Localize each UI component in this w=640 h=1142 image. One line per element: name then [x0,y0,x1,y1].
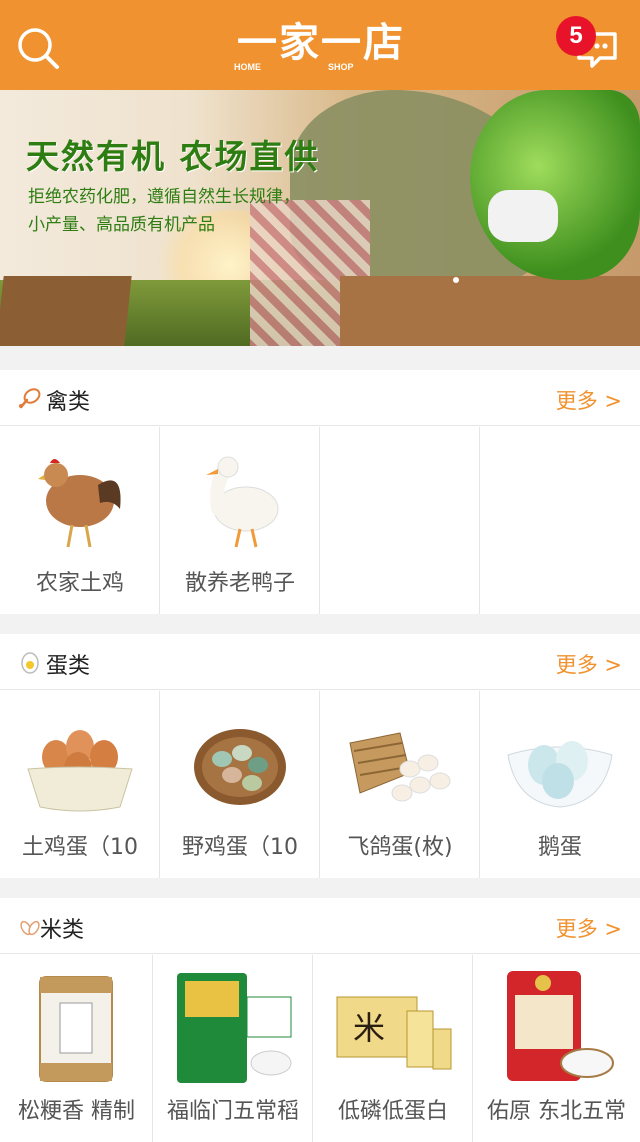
banner-title: 天然有机 农场直供 [26,137,320,176]
banner-glove [488,190,558,242]
pigeon-eggs-image [349,732,451,802]
top-header: 一家一店 HOME SHOP 5 [0,0,640,90]
rice-bag-image [177,973,292,1083]
product-card[interactable]: 福临门五常稻 [153,955,313,1142]
product-grid: 土鸡蛋（10 野鸡蛋（10 飞鸽蛋(枚) 鹅蛋 [0,691,640,878]
chicken-image [38,459,121,548]
banner-subtitle-1: 拒绝农药化肥，遵循自然生长规律， [28,187,300,207]
product-name: 福临门五常稻 [166,1099,299,1124]
product-card[interactable]: 鹅蛋 [480,691,640,878]
promo-banner[interactable]: 天然有机 农场直供 拒绝农药化肥，遵循自然生长规律， 小产量、高品质有机产品 [0,90,640,346]
section-title: 米类 [40,918,85,943]
product-name: 野鸡蛋（10 [182,835,298,860]
product-card[interactable]: 土鸡蛋（10 [0,691,160,878]
product-card[interactable]: 散养老鸭子 [160,427,320,614]
rice-bag-image [507,971,614,1081]
logo-sub-left: HOME [234,62,261,72]
empty-card [320,427,480,614]
product-grid: 松粳香 精制 福临门五常稻 米 低磷低蛋白 佑原 东北五常 [0,955,640,1142]
product-card[interactable]: 松粳香 精制 [0,955,153,1142]
section-header: 禽类 更多 > [0,370,640,426]
product-card[interactable]: 飞鸽蛋(枚) [320,691,480,878]
more-link[interactable]: 更多 > [556,913,622,943]
section-header: 蛋类 更多 > [0,634,640,690]
rice-icon [20,920,40,936]
product-name: 散养老鸭子 [184,571,295,596]
product-name: 松粳香 精制 [18,1099,135,1124]
section-title: 蛋类 [46,654,91,679]
more-link[interactable]: 更多 > [556,649,622,679]
product-name: 佑原 东北五常 [487,1099,626,1124]
banner-subtitle-2: 小产量、高品质有机产品 [28,215,215,235]
rice-bag-image [39,976,113,1082]
more-link[interactable]: 更多 > [556,385,622,415]
product-name: 农家土鸡 [35,571,124,596]
empty-card [480,427,640,614]
app-logo: 一家一店 HOME SHOP [228,10,414,80]
rice-box-image: 米 [336,996,452,1070]
banner-crate-left [0,276,132,346]
eggs-bowl-image [27,730,133,812]
logo-sub-right: SHOP [328,62,354,72]
product-name: 低磷低蛋白 [337,1099,448,1124]
notification-badge: 5 [556,16,596,56]
duck-image [206,456,279,548]
product-name: 飞鸽蛋(枚) [347,835,453,860]
product-card[interactable]: 野鸡蛋（10 [160,691,320,878]
product-name: 鹅蛋 [537,835,582,860]
section-title: 禽类 [46,390,91,415]
section-rice: 米类 更多 > 松粳香 精制 福临门五常稻 米 低磷低蛋白 佑原 东北五常 [0,898,640,1142]
product-name: 土鸡蛋（10 [22,835,138,860]
product-grid: 农家土鸡 散养老鸭子 [0,427,640,614]
product-card[interactable]: 农家土鸡 [0,427,160,614]
product-card[interactable]: 佑原 东北五常 [473,955,640,1142]
section-poultry: 禽类 更多 > 农家土鸡 散养老鸭子 [0,370,640,614]
goose-eggs-image [507,741,613,808]
drumstick-icon [19,388,41,409]
product-card[interactable]: 米 低磷低蛋白 [313,955,473,1142]
banner-crate-right [340,276,640,346]
svg-text:米: 米 [353,1009,385,1047]
carousel-indicator[interactable] [453,277,459,283]
pheasant-eggs-image [194,729,286,805]
logo-text: 一家一店 [237,20,405,66]
search-icon[interactable] [16,26,60,70]
egg-icon [21,652,39,674]
section-header: 米类 更多 > [0,898,640,954]
section-eggs: 蛋类 更多 > 土鸡蛋（10 野鸡蛋（10 飞鸽蛋(枚) 鹅蛋 [0,634,640,878]
